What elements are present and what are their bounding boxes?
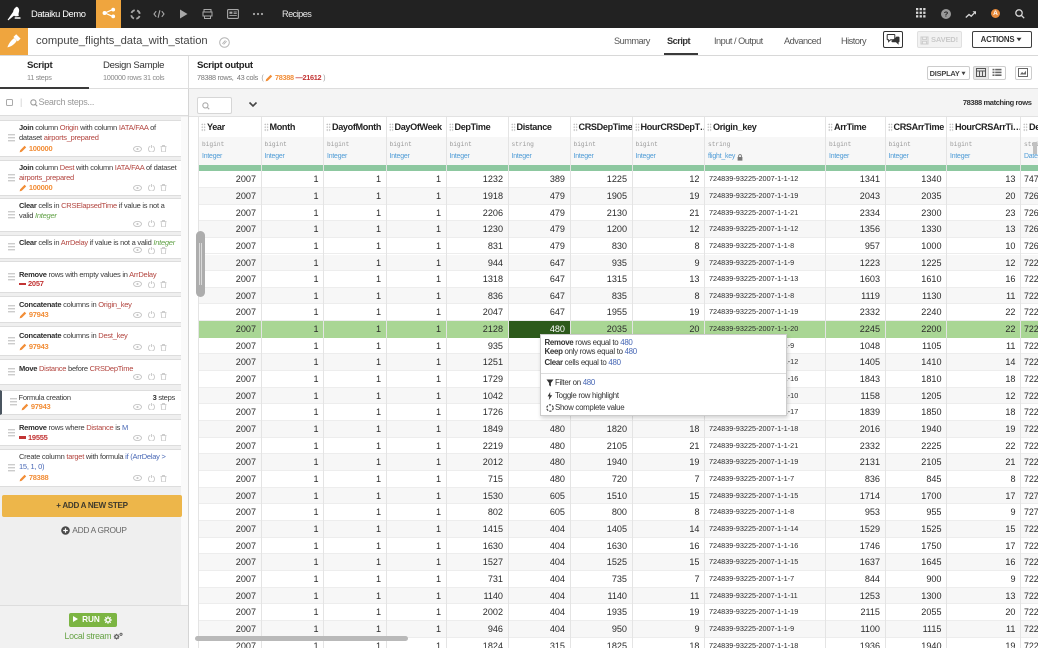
- svg-text:?: ?: [944, 9, 949, 18]
